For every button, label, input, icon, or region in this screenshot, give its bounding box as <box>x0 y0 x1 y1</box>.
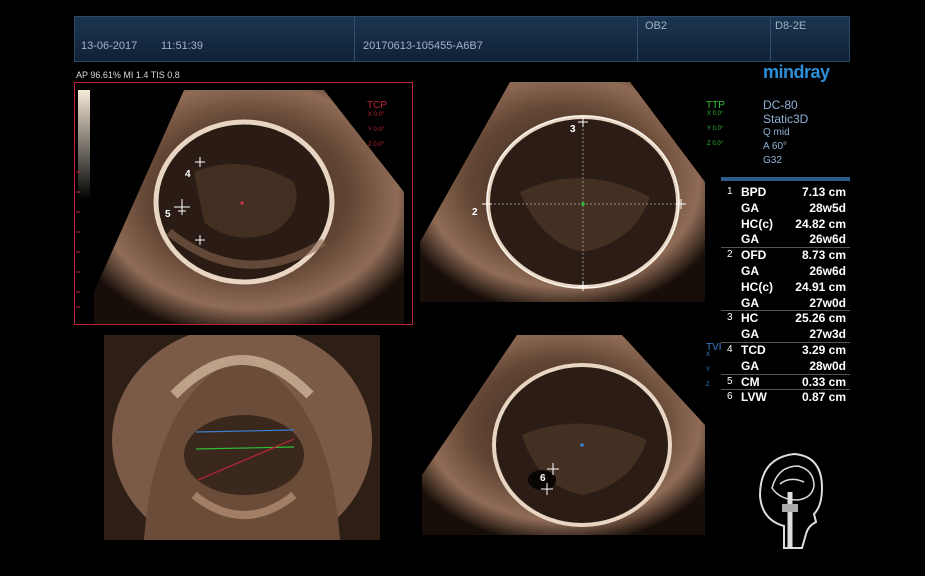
caliper-label-6: 6 <box>540 473 546 484</box>
measurement-label: GA <box>741 264 759 278</box>
measurement-row[interactable]: 1 BPD 7.13 cm <box>721 185 850 200</box>
measurement-row[interactable]: GA 27w0d <box>721 296 850 311</box>
measurement-value: 7.13 cm <box>801 185 846 199</box>
measurement-row[interactable]: 2 OFD 8.73 cm <box>721 248 850 263</box>
ttp-x-angle: X 0.0° <box>707 111 724 117</box>
measurement-value: 28w0d <box>809 358 846 373</box>
quality-setting: Q mid <box>763 127 790 138</box>
measurement-value: 27w3d <box>809 327 846 342</box>
measurement-row[interactable]: GA 27w3d <box>721 327 850 342</box>
caliper-label-5: 5 <box>165 209 171 220</box>
measurement-label: HC(c) <box>741 279 773 294</box>
tcp-plane-label: TCP <box>367 100 387 111</box>
gain-setting: G32 <box>763 155 782 166</box>
tcp-y-angle: Y 0.0° <box>368 127 385 133</box>
measurement-label: OFD <box>741 248 767 263</box>
measurement-value: 27w0d <box>809 295 846 310</box>
exam-time: 11:51:39 <box>161 40 204 52</box>
tvp-z-angle: Z <box>706 382 710 388</box>
measurement-label: BPD <box>741 185 767 199</box>
measurement-label: LVW <box>741 390 767 405</box>
measurement-row[interactable]: GA 26w6d <box>721 264 850 279</box>
top-status-bar: 13-06-2017 11:51:39 20170613-105455-A6B7… <box>74 16 850 62</box>
measurement-label: HC(c) <box>741 216 773 231</box>
grayscale-bar <box>78 90 90 200</box>
measurement-index: 1 <box>727 186 733 197</box>
brand-logo: mindray <box>763 62 830 82</box>
measurement-value: 24.82 cm <box>795 216 846 231</box>
exam-preset[interactable]: OB2 <box>645 20 667 32</box>
measurement-value: 3.29 cm <box>801 343 846 357</box>
measurement-value: 25.26 cm <box>795 311 846 326</box>
measurement-row[interactable]: GA 26w6d <box>721 232 850 247</box>
patient-segment <box>355 17 638 61</box>
exam-date: 13-06-2017 <box>81 40 138 52</box>
measurement-row[interactable]: HC(c) 24.82 cm <box>721 217 850 232</box>
measurement-label: GA <box>741 200 759 215</box>
measurement-index: 4 <box>727 344 733 355</box>
measurement-row[interactable]: 3 HC 25.26 cm <box>721 311 850 326</box>
measurement-value: 24.91 cm <box>795 279 846 294</box>
reference-view-panel[interactable] <box>104 335 380 540</box>
probe-name[interactable]: D8-2E <box>775 20 806 32</box>
measurement-label: GA <box>741 358 759 373</box>
caliper-label-3: 3 <box>570 124 576 135</box>
caliper-label-4: 4 <box>185 169 191 180</box>
measurement-value: 8.73 cm <box>801 248 846 263</box>
measurement-index: 6 <box>727 391 733 403</box>
imaging-mode: Static3D <box>763 112 809 126</box>
measurement-value: 26w6d <box>809 264 846 278</box>
measurement-row[interactable]: GA 28w5d <box>721 201 850 216</box>
imaging-params: DC-80 Static3D Q mid A 60° G32 <box>763 98 808 168</box>
measurement-value: 0.87 cm <box>801 390 846 405</box>
measurement-index: 5 <box>727 375 733 387</box>
measurement-label: HC <box>741 311 759 326</box>
measurement-results-panel: 1 BPD 7.13 cm GA 28w5d HC(c) 24.82 cm GA 26w6d 2 O… <box>721 177 850 405</box>
ttp-center-dot <box>581 202 585 206</box>
measurement-value: 28w5d <box>809 200 846 215</box>
tvp-y-angle: Y <box>706 367 711 373</box>
measurement-label: CM <box>741 374 760 389</box>
angle-setting: A 60° <box>763 141 788 152</box>
tcp-center-dot <box>240 201 244 205</box>
tcp-view-panel[interactable]: 4 5 <box>74 82 413 325</box>
measurement-label: GA <box>741 295 759 310</box>
acoustic-output-info: AP 96.61% MI 1.4 TIS 0.8 <box>76 70 180 80</box>
measurement-row[interactable]: 5 CM 0.33 cm <box>721 375 850 390</box>
measurement-value: 0.33 cm <box>801 374 846 389</box>
measurement-label: GA <box>741 327 759 342</box>
datetime-segment <box>75 17 355 61</box>
tvp-view-panel[interactable]: 6 <box>422 335 705 535</box>
device-model: DC-80 <box>763 98 798 112</box>
measurement-row[interactable]: 4 TCD 3.29 cm <box>721 343 850 358</box>
fetal-head-sagittal-icon[interactable] <box>756 448 826 552</box>
depth-scale <box>76 171 80 308</box>
tvp-x-angle: X <box>706 352 711 358</box>
tvp-center-dot <box>580 443 584 447</box>
ttp-view-panel[interactable]: 3 2 <box>420 82 705 302</box>
measurement-row[interactable]: HC(c) 24.91 cm <box>721 280 850 295</box>
measurement-index: 3 <box>727 312 733 324</box>
measurement-label: GA <box>741 232 759 247</box>
measurement-row[interactable]: GA 28w0d <box>721 359 850 374</box>
ttp-z-angle: Z 0.0° <box>707 141 724 147</box>
tcp-x-angle: X 0.0° <box>368 112 385 118</box>
ttp-y-angle: Y 0.0° <box>707 126 724 132</box>
ttp-plane-label: TTP <box>706 100 725 111</box>
patient-id: 20170613-105455-A6B7 <box>363 40 483 52</box>
measurement-index: 2 <box>727 249 733 261</box>
measurement-label: TCD <box>741 343 766 357</box>
tcp-z-angle: Z 0.0° <box>368 142 385 148</box>
caliper-label-2: 2 <box>472 207 478 218</box>
measurement-row[interactable]: 6 LVW 0.87 cm <box>721 390 850 405</box>
measurement-value: 26w6d <box>809 232 846 247</box>
